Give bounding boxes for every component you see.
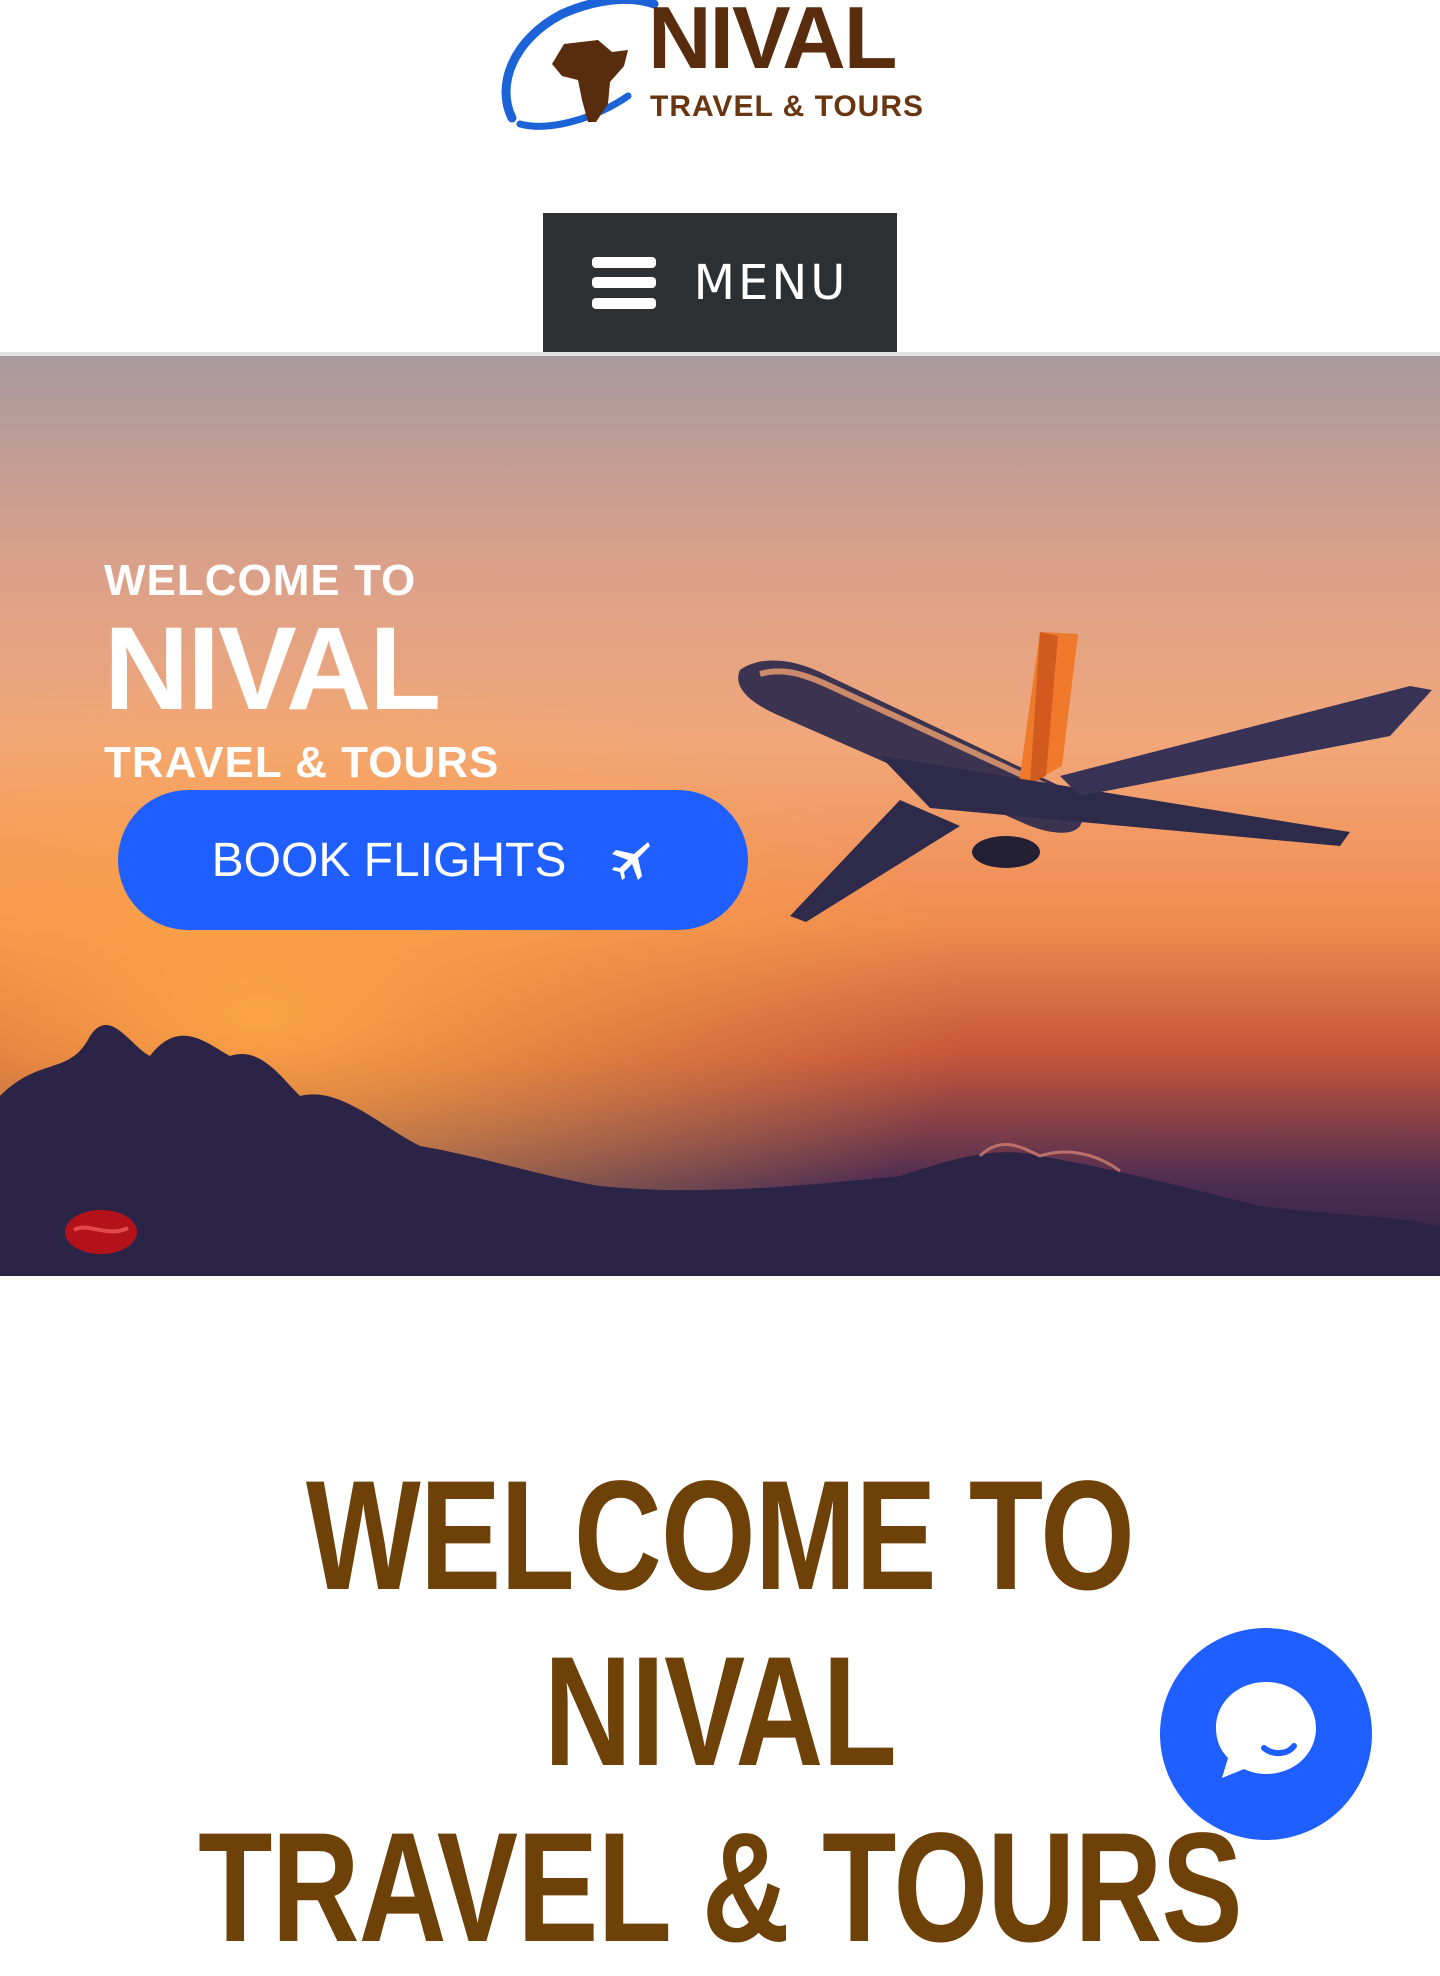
chat-widget-button[interactable] [1160, 1628, 1372, 1840]
hero-banner: WELCOME TO NIVAL TRAVEL & TOURS BOOK FLI… [0, 356, 1440, 1276]
menu-button[interactable]: MENU [543, 213, 897, 352]
hero-title: WELCOME TO NIVAL TRAVEL & TOURS [104, 556, 499, 788]
chat-bubble-icon [1216, 1682, 1316, 1778]
menu-label: MENU [693, 254, 849, 311]
hero-welcome-text: WELCOME TO [104, 556, 417, 605]
welcome-heading-line1: WELCOME TO NIVAL [305, 1449, 1135, 1799]
site-logo[interactable]: NIVAL TRAVEL & TOURS [500, 0, 940, 132]
hero-subtitle-text: TRAVEL & TOURS [104, 738, 500, 787]
welcome-heading: WELCOME TO NIVAL TRAVEL & TOURS [158, 1448, 1281, 1976]
logo-wordmark: NIVAL [648, 0, 897, 87]
airplane-icon [612, 842, 651, 880]
hero-brand-text: NIVAL [104, 603, 441, 735]
welcome-heading-line2: TRAVEL & TOURS [198, 1801, 1243, 1975]
hamburger-icon [591, 256, 656, 309]
book-flights-label: BOOK FLIGHTS [211, 833, 567, 887]
book-flights-button[interactable]: BOOK FLIGHTS [118, 790, 748, 930]
watermark-badge [65, 1210, 137, 1254]
logo-tagline: TRAVEL & TOURS [650, 90, 925, 123]
